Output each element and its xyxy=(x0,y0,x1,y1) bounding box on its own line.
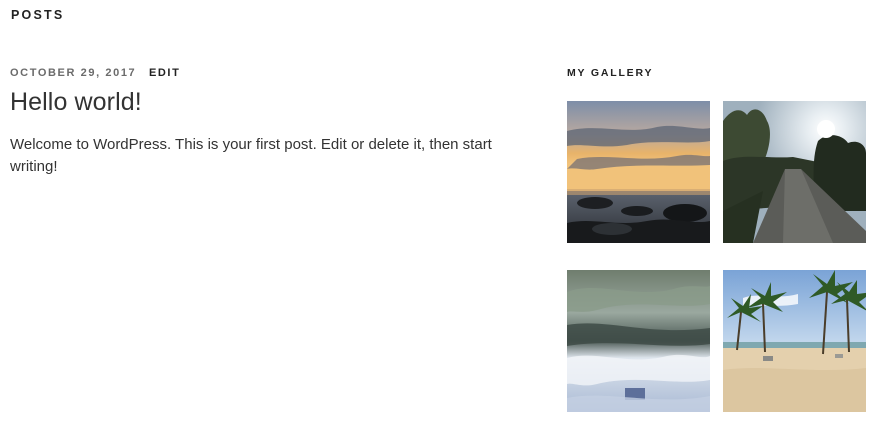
sidebar-gallery-widget: MY GALLERY xyxy=(567,66,867,412)
gallery-grid xyxy=(567,101,867,413)
post-meta: OCTOBER 29, 2017 EDIT xyxy=(10,66,510,80)
post-edit-link[interactable]: EDIT xyxy=(149,67,180,79)
post-date-link[interactable]: OCTOBER 29, 2017 xyxy=(10,67,136,79)
gallery-image-tree-path[interactable] xyxy=(723,101,866,243)
post-content: Welcome to WordPress. This is your first… xyxy=(10,136,492,175)
gallery-widget-title: MY GALLERY xyxy=(567,67,654,79)
gallery-image-water-clouds[interactable] xyxy=(567,270,710,412)
gallery-image-sunset-sea[interactable] xyxy=(567,101,710,243)
gallery-image-palm-beach[interactable] xyxy=(723,270,866,412)
post-title-link[interactable]: Hello world! xyxy=(10,88,510,116)
section-heading-posts: POSTS xyxy=(11,8,65,22)
post-article: OCTOBER 29, 2017 EDIT Hello world! Welco… xyxy=(10,66,510,178)
